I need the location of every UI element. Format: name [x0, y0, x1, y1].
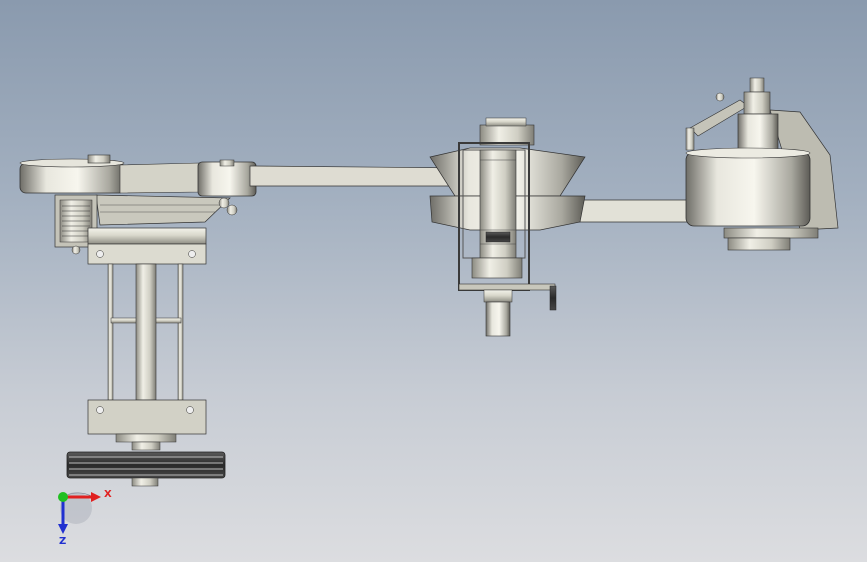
pulley-drive-assembly-icon[interactable]: X Z — [0, 0, 867, 562]
view-orientation-triad: X Z — [58, 489, 112, 547]
center-variable-pulley-assembly[interactable] — [429, 117, 586, 337]
cad-3d-viewport[interactable]: X Z — [0, 0, 867, 562]
z-axis-label: Z — [59, 536, 66, 547]
left-pulley-assembly[interactable] — [19, 154, 257, 487]
x-axis-label: X — [104, 489, 112, 500]
right-motor-pulley-assembly[interactable] — [685, 77, 839, 251]
y-axis-dot — [58, 492, 68, 502]
